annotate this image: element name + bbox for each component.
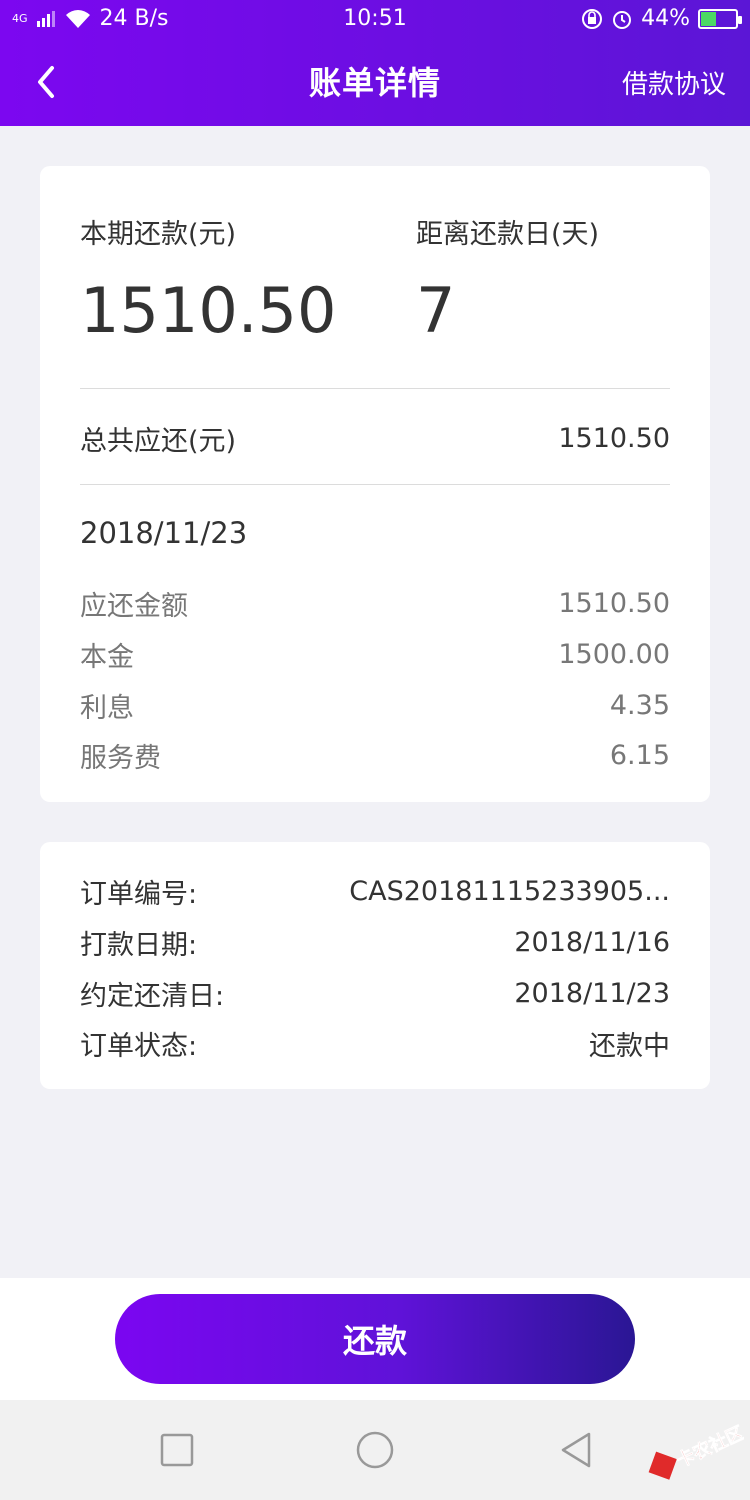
breakdown-label: 应还金额 — [80, 590, 188, 622]
total-due-label: 总共应还(元) — [80, 425, 237, 457]
order-number-label: 订单编号: — [80, 878, 198, 910]
alarm-icon — [613, 10, 632, 29]
breakdown-row-amount-due: 应还金额 1510.50 — [80, 584, 670, 622]
header: 4G 24 B/s 10:51 44% 账单详情 借款协议 — [0, 0, 750, 126]
breakdown-label: 利息 — [80, 692, 134, 724]
breakdown-value: 6.15 — [609, 739, 670, 771]
order-status-value: 还款中 — [589, 1030, 670, 1062]
days-until-due-label: 距离还款日(天) — [416, 219, 600, 250]
svg-text:卡农社区: 卡农社区 — [673, 1422, 744, 1472]
breakdown-value: 1510.50 — [558, 587, 670, 619]
breakdown-label: 服务费 — [80, 742, 161, 774]
current-payment-amount: 1510.50 — [80, 274, 337, 347]
total-due-value: 1510.50 — [558, 422, 670, 454]
order-number-value: CAS20181115233905... — [349, 875, 670, 907]
navbar: 账单详情 借款协议 — [0, 40, 750, 126]
breakdown-value: 4.35 — [609, 689, 670, 721]
order-status-row: 订单状态: 还款中 — [80, 1024, 670, 1062]
settlement-date-label: 约定还清日: — [80, 980, 225, 1012]
home-icon[interactable] — [355, 1430, 395, 1470]
order-info-card: 订单编号: CAS20181115233905... 打款日期: 2018/11… — [40, 842, 710, 1089]
watermark-logo: 卡农社区 — [644, 1410, 748, 1490]
back-triangle-icon[interactable] — [556, 1430, 596, 1470]
rotation-lock-icon — [582, 8, 603, 29]
order-number-row: 订单编号: CAS20181115233905... — [80, 872, 670, 910]
settlement-date-row: 约定还清日: 2018/11/23 — [80, 974, 670, 1012]
payout-date-row: 打款日期: 2018/11/16 — [80, 923, 670, 961]
system-nav-bar — [0, 1400, 750, 1500]
repay-button[interactable]: 还款 — [115, 1294, 635, 1384]
battery-level — [701, 11, 716, 26]
breakdown-row-interest: 利息 4.35 — [80, 686, 670, 724]
breakdown-row-service-fee: 服务费 6.15 — [80, 736, 670, 774]
divider — [80, 484, 670, 485]
payout-date-value: 2018/11/16 — [514, 926, 670, 958]
recent-apps-icon[interactable] — [157, 1430, 197, 1470]
current-payment-label: 本期还款(元) — [80, 219, 237, 250]
battery-percent: 44% — [641, 6, 690, 31]
days-until-due-value: 7 — [416, 274, 456, 347]
bill-summary-card: 本期还款(元) 距离还款日(天) 1510.50 7 总共应还(元) 1510.… — [40, 166, 710, 802]
total-due-row: 总共应还(元) 1510.50 — [80, 419, 670, 457]
loan-agreement-link[interactable]: 借款协议 — [622, 64, 726, 101]
breakdown-row-principal: 本金 1500.00 — [80, 635, 670, 673]
status-bar: 4G 24 B/s 10:51 44% — [0, 0, 750, 40]
divider — [80, 388, 670, 389]
due-date: 2018/11/23 — [80, 516, 248, 550]
order-status-label: 订单状态: — [80, 1030, 198, 1062]
battery-icon — [698, 8, 742, 29]
payout-date-label: 打款日期: — [80, 929, 198, 961]
bottom-action-bar: 还款 — [0, 1278, 750, 1400]
breakdown-value: 1500.00 — [558, 638, 670, 670]
breakdown-label: 本金 — [80, 641, 134, 673]
settlement-date-value: 2018/11/23 — [514, 977, 670, 1009]
